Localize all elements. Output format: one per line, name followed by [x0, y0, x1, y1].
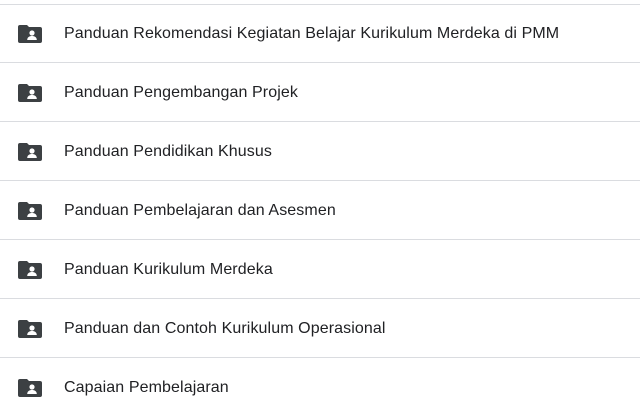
shared-folder-icon [18, 320, 42, 338]
shared-folder-icon [18, 379, 42, 397]
folder-row[interactable]: Capaian Pembelajaran [0, 359, 640, 407]
folder-row[interactable]: Panduan Kurikulum Merdeka [0, 241, 640, 299]
folder-row[interactable]: Panduan Pendidikan Khusus [0, 123, 640, 181]
shared-folder-icon [18, 202, 42, 220]
folder-name: Panduan dan Contoh Kurikulum Operasional [64, 319, 386, 337]
folder-name: Panduan Kurikulum Merdeka [64, 260, 273, 278]
folder-list: Panduan Rekomendasi Kegiatan Belajar Kur… [0, 0, 640, 407]
folder-row[interactable]: Panduan Pengembangan Projek [0, 64, 640, 122]
folder-row[interactable]: Panduan Rekomendasi Kegiatan Belajar Kur… [0, 5, 640, 63]
shared-folder-icon [18, 84, 42, 102]
folder-name: Panduan Pembelajaran dan Asesmen [64, 201, 336, 219]
shared-folder-icon [18, 143, 42, 161]
folder-name: Panduan Pendidikan Khusus [64, 142, 272, 160]
folder-name: Panduan Pengembangan Projek [64, 83, 298, 101]
folder-name: Panduan Rekomendasi Kegiatan Belajar Kur… [64, 24, 560, 42]
folder-row[interactable]: Panduan dan Contoh Kurikulum Operasional [0, 300, 640, 358]
shared-folder-icon [18, 261, 42, 279]
folder-row[interactable]: Panduan Pembelajaran dan Asesmen [0, 182, 640, 240]
folder-name: Capaian Pembelajaran [64, 379, 229, 396]
shared-folder-icon [18, 25, 42, 43]
